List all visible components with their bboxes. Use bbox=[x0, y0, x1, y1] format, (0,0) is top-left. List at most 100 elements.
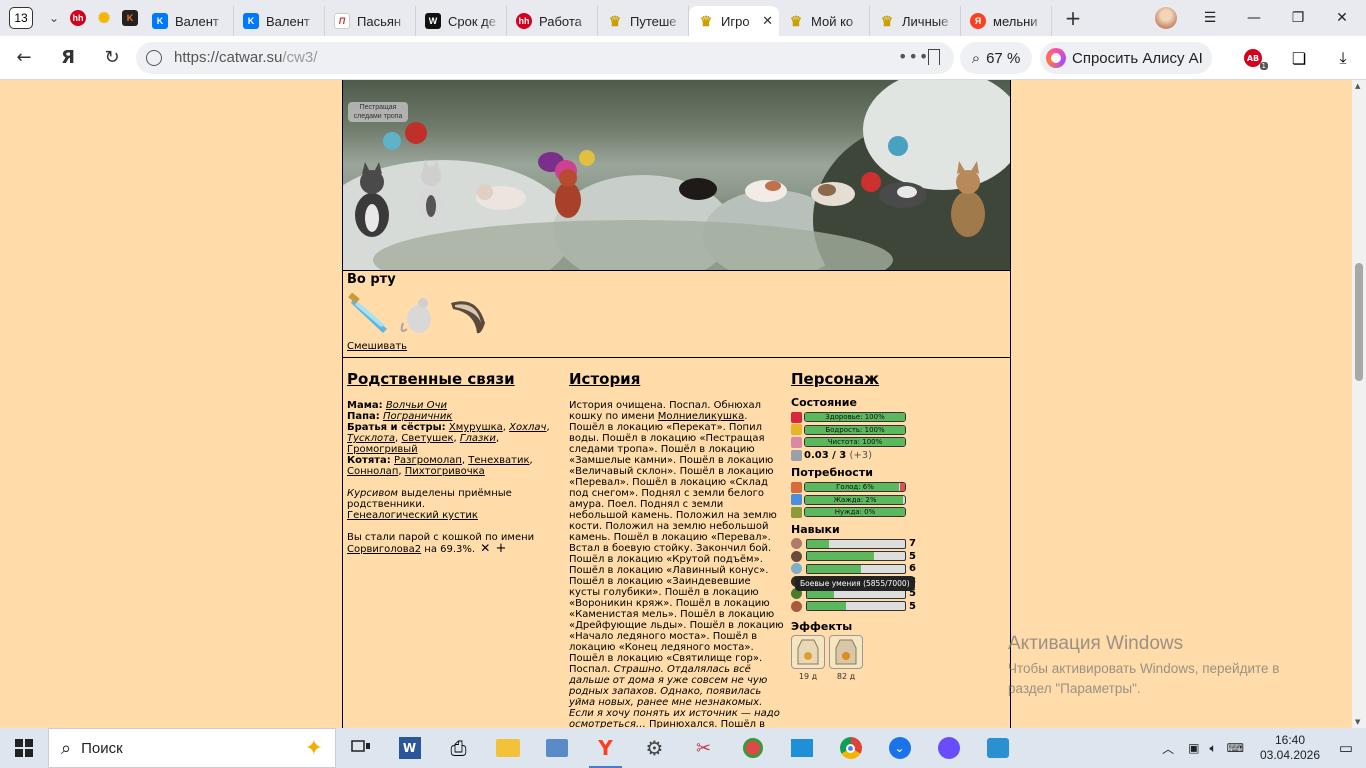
tab-melni[interactable]: Ямельни bbox=[961, 6, 1052, 36]
download-manager-icon[interactable]: ⌄ bbox=[875, 728, 924, 768]
stat-bar[interactable]: Бодрость: 100% bbox=[804, 424, 906, 435]
skill-bar[interactable] bbox=[806, 601, 906, 612]
pair-partner-link[interactable]: Сорвиголова2 bbox=[347, 544, 421, 555]
pair-remove-icon[interactable]: ✕ bbox=[480, 541, 490, 555]
history-cat-link[interactable]: Молниеликушка bbox=[658, 411, 745, 422]
tab-rabota[interactable]: hh Работа bbox=[507, 6, 598, 36]
tab-moi-ko[interactable]: ♛ Мой ко bbox=[779, 6, 870, 36]
scroll-down-icon[interactable]: ▼ bbox=[1355, 718, 1360, 726]
ask-alice-button[interactable]: Спросить Алису AI bbox=[1040, 42, 1212, 74]
restore-icon[interactable]: ❐ bbox=[1276, 0, 1320, 36]
photos-icon[interactable] bbox=[532, 728, 581, 768]
url-text[interactable]: https://catwar.su/cw3/ bbox=[174, 49, 317, 66]
address-bar[interactable]: https://catwar.su/cw3/ ••• bbox=[136, 42, 954, 74]
site-info-icon[interactable] bbox=[146, 50, 162, 66]
yandex-logo-icon[interactable]: Я bbox=[56, 47, 80, 69]
downloads-icon[interactable]: ⤓ bbox=[1332, 48, 1354, 68]
tab-igro-active[interactable]: ♛ Игро ✕ bbox=[689, 6, 779, 36]
father-link[interactable]: Пограничник bbox=[383, 411, 452, 422]
cat-lying-tabby[interactable] bbox=[809, 176, 857, 208]
feather-sword-item-icon[interactable] bbox=[347, 293, 391, 337]
skill-bar[interactable] bbox=[806, 563, 906, 574]
effect-item[interactable]: 19 д bbox=[791, 634, 825, 682]
cat-lying-black[interactable] bbox=[677, 172, 719, 202]
cat-sitting-grey[interactable] bbox=[349, 160, 395, 240]
sibling-link[interactable]: Громогривый bbox=[347, 444, 418, 455]
notifications-icon[interactable]: ▭ bbox=[1326, 739, 1366, 757]
close-window-icon[interactable]: ✕ bbox=[1320, 0, 1364, 36]
camera-icon[interactable]: ▣ bbox=[1188, 741, 1199, 755]
pair-add-icon[interactable]: + bbox=[496, 541, 507, 556]
back-arrow-icon[interactable]: ← bbox=[12, 47, 36, 69]
sibling-link[interactable]: Хохлач bbox=[509, 422, 546, 433]
tray-overflow-chevron-icon[interactable]: ︿ bbox=[1162, 740, 1174, 757]
mouse-item-icon[interactable] bbox=[397, 293, 441, 337]
scrollbar-thumb[interactable] bbox=[1355, 263, 1363, 381]
sibling-link[interactable]: Глазки bbox=[460, 433, 496, 444]
yandex-browser-icon[interactable]: Y bbox=[581, 728, 630, 768]
adblock-extension-icon[interactable]: AB 1 bbox=[1242, 48, 1268, 70]
mother-link[interactable]: Волчьи Очи bbox=[386, 400, 447, 411]
pinned-tab-k[interactable]: K bbox=[117, 0, 143, 36]
sibling-link[interactable]: Хмурушка bbox=[449, 422, 503, 433]
image-editor-icon[interactable] bbox=[973, 728, 1022, 768]
watermelon-app-icon[interactable] bbox=[728, 728, 777, 768]
stat-bar[interactable]: Жажда: 2% bbox=[804, 494, 906, 505]
kitten-link[interactable]: Тенехватик bbox=[468, 455, 529, 466]
taskbar-search[interactable]: ⌕ Поиск ✦ bbox=[48, 728, 336, 768]
scroll-up-icon[interactable]: ▲ bbox=[1355, 82, 1360, 90]
task-view-icon[interactable] bbox=[336, 728, 385, 768]
stat-bar[interactable]: Чистота: 100% bbox=[804, 437, 906, 448]
browser-menu-icon[interactable]: ☰ bbox=[1188, 0, 1232, 36]
new-tab-button[interactable]: + bbox=[1060, 5, 1086, 31]
file-explorer-icon[interactable] bbox=[483, 728, 532, 768]
minimize-icon[interactable]: — bbox=[1232, 0, 1276, 36]
stat-bar[interactable]: Здоровье: 100% bbox=[804, 412, 906, 423]
tab-valent-2[interactable]: K Валент bbox=[234, 6, 325, 36]
clock[interactable]: 16:40 03.04.2026 bbox=[1254, 733, 1326, 763]
stat-bar[interactable]: Голод: 6% bbox=[804, 482, 906, 493]
tab-puteshe[interactable]: ♛ Путеше bbox=[598, 6, 689, 36]
stat-bar[interactable]: Нужда: 0% bbox=[804, 507, 906, 518]
keyboard-icon[interactable]: ⌨ bbox=[1227, 741, 1244, 755]
collections-icon[interactable]: ❏ bbox=[1288, 48, 1310, 68]
zoom-button[interactable]: ⌕ 67 % bbox=[960, 42, 1032, 74]
bookmark-icon[interactable] bbox=[928, 49, 940, 65]
cat-sitting-white[interactable] bbox=[413, 158, 449, 226]
tab-list-chevron-icon[interactable]: ⌄ bbox=[43, 11, 65, 25]
snipping-tool-icon[interactable]: ✂ bbox=[679, 728, 728, 768]
mix-link[interactable]: Смешивать bbox=[347, 341, 407, 352]
pinned-tab-sun[interactable]: ✺ bbox=[91, 0, 117, 36]
pinned-tab-hh[interactable]: hh bbox=[65, 0, 91, 36]
claw-bone-item-icon[interactable] bbox=[447, 293, 491, 337]
tab-srok[interactable]: W Срок де bbox=[416, 6, 507, 36]
reload-icon[interactable]: ↻ bbox=[100, 47, 124, 69]
tab-pasyans[interactable]: П Пасьян bbox=[325, 6, 416, 36]
cat-sitting-red[interactable] bbox=[551, 164, 585, 220]
page-scrollbar[interactable]: ▲ ▼ bbox=[1352, 80, 1366, 728]
kitten-link[interactable]: Разгромолап bbox=[394, 455, 462, 466]
cat-sitting-tan[interactable] bbox=[945, 160, 991, 240]
printer-icon[interactable]: ⎙ bbox=[434, 728, 483, 768]
family-tree-link[interactable]: Генеалогический кустик bbox=[347, 510, 478, 521]
skill-bar[interactable] bbox=[806, 538, 906, 549]
kitten-link[interactable]: Пихтогривочка bbox=[405, 466, 485, 477]
chrome-icon[interactable] bbox=[826, 728, 875, 768]
cat-lying-dark-grey[interactable] bbox=[877, 176, 929, 210]
user-avatar[interactable] bbox=[1155, 7, 1177, 29]
tab-valent-1[interactable]: K Валент bbox=[143, 6, 234, 36]
word-icon[interactable]: W bbox=[385, 728, 434, 768]
tab-count-button[interactable]: 13 bbox=[9, 7, 33, 29]
tab-close-icon[interactable]: ✕ bbox=[762, 13, 773, 29]
sibling-link[interactable]: Тусклота bbox=[347, 433, 395, 444]
cat-lying-cream[interactable] bbox=[473, 178, 529, 212]
skill-bar[interactable] bbox=[806, 551, 906, 562]
settings-gear-icon[interactable]: ⚙ bbox=[630, 728, 679, 768]
kitten-link[interactable]: Соннолап bbox=[347, 466, 398, 477]
cat-lying-white-red[interactable] bbox=[743, 174, 789, 204]
start-button[interactable] bbox=[0, 728, 48, 768]
more-dots-icon[interactable]: ••• bbox=[898, 47, 929, 66]
store-icon[interactable] bbox=[777, 728, 826, 768]
sibling-link[interactable]: Светушек bbox=[401, 433, 453, 444]
tab-lichnye[interactable]: ♛ Личные bbox=[870, 6, 961, 36]
